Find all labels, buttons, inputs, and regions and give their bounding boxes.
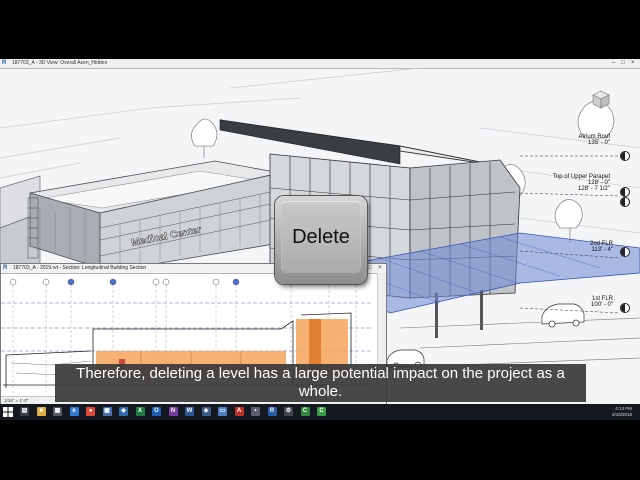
- level-head-icon: [620, 197, 630, 207]
- taskbar-file-explorer-icon[interactable]: ■: [36, 407, 46, 416]
- taskbar-outlook-icon[interactable]: O: [152, 407, 161, 416]
- taskbar-gear-icon[interactable]: ⚙: [284, 407, 293, 416]
- taskbar-camtasia-recorder-icon[interactable]: C: [317, 407, 326, 416]
- close-button[interactable]: ×: [631, 59, 635, 68]
- level-head-icon: [620, 151, 630, 161]
- taskbar-task-view-icon[interactable]: ▤: [20, 407, 29, 416]
- taskbar-camtasia-icon[interactable]: C: [300, 407, 310, 416]
- bottom-letterbox: [0, 420, 640, 480]
- system-clock[interactable]: 4:13 PM 2/16/2018: [612, 406, 632, 418]
- maximize-button[interactable]: □: [621, 59, 625, 68]
- video-caption: Therefore, deleting a level has a large …: [55, 364, 586, 402]
- taskbar-autodesk-icon[interactable]: ◆: [119, 407, 128, 416]
- revit-app-icon: R: [2, 60, 7, 66]
- taskbar-people-icon[interactable]: •: [251, 407, 260, 416]
- taskbar-settings-icon[interactable]: ◈: [201, 407, 211, 416]
- taskbar-acrobat-icon[interactable]: A: [234, 407, 244, 416]
- delete-key-overlay: Delete: [275, 196, 367, 284]
- level-head-icon: [620, 187, 630, 197]
- delete-key-label: Delete: [292, 226, 350, 248]
- top-letterbox: [0, 0, 640, 59]
- taskbar-edge-icon[interactable]: e: [69, 407, 79, 416]
- windows-taskbar: ▤ ■ ▦ e ● ▣ ◆ X O N W ◈ ▭ A • R ⚙ C C 4:13 PM 2/16/2018: [0, 404, 640, 420]
- taskbar-onenote-icon[interactable]: N: [168, 407, 178, 416]
- viewcube-icon[interactable]: [590, 89, 612, 109]
- level-tag-1st-flr[interactable]: 1st FLR 100' - 0": [585, 296, 613, 308]
- section-close-button[interactable]: ×: [378, 264, 382, 273]
- taskbar-word-icon[interactable]: W: [185, 407, 194, 416]
- level-head-icon: [620, 247, 630, 257]
- section-window-title: 187703_A - 2019.rvt - Section: Longitudi…: [13, 265, 147, 271]
- level-head-icon: [620, 303, 630, 313]
- taskbar-store-icon[interactable]: ▣: [102, 407, 112, 416]
- delete-key-face: Delete: [281, 201, 361, 273]
- taskbar-calculator-icon[interactable]: ▦: [53, 407, 62, 416]
- level-tag-upper-parapet[interactable]: Top of Upper Parapet 128' - 0" 128' - 7 …: [548, 174, 610, 192]
- window-title: 187703_A - 3D View: Overall Asen_Hidden: [12, 60, 108, 66]
- level-tag-2nd-flr[interactable]: 2nd FLR 113' - 4": [585, 241, 613, 253]
- taskbar-revit-icon[interactable]: R: [267, 407, 277, 416]
- clock-date: 2/16/2018: [611, 412, 632, 417]
- level-tag-atrium-roof[interactable]: Atrium Roof 135' - 0": [565, 134, 610, 146]
- revit-app-icon: R: [3, 265, 8, 271]
- taskbar-excel-icon[interactable]: X: [135, 407, 145, 416]
- taskbar-navisworks-icon[interactable]: ▭: [218, 407, 227, 416]
- minimize-button[interactable]: –: [612, 59, 615, 68]
- taskbar-chrome-icon[interactable]: ●: [86, 407, 95, 416]
- windows-start-icon[interactable]: [3, 407, 13, 417]
- section-maximize-button[interactable]: □: [368, 264, 372, 273]
